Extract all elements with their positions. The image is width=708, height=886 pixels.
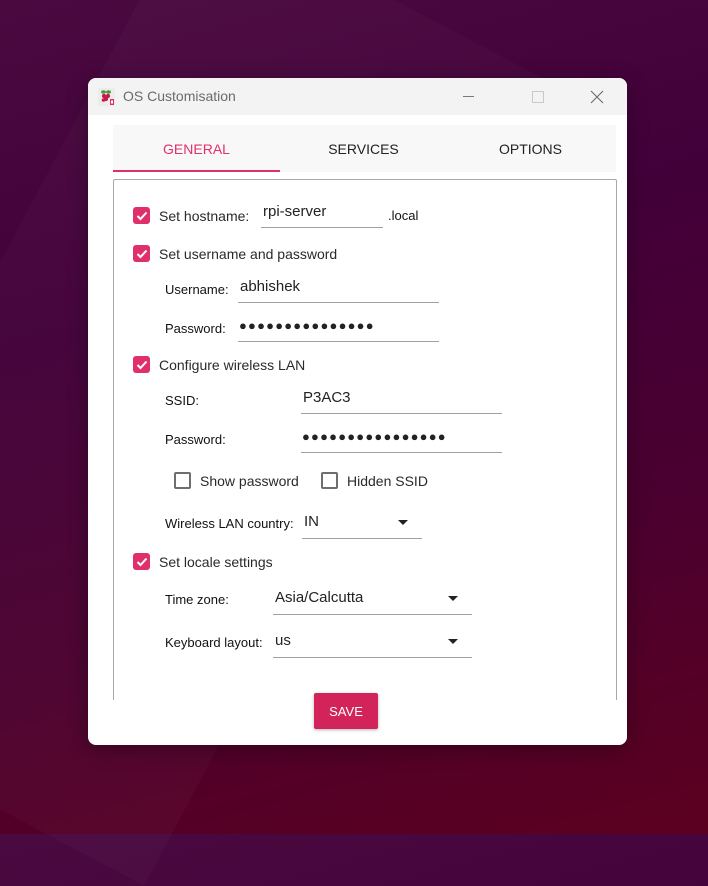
tab-bar: GENERAL SERVICES OPTIONS: [113, 125, 616, 172]
dropdown-arrow-icon: [398, 520, 408, 525]
hidden-ssid-row: Hidden SSID: [321, 472, 428, 489]
wlan-checkbox[interactable]: [133, 356, 150, 373]
hostname-input[interactable]: rpi-server: [261, 200, 383, 228]
general-settings-panel: Set hostname: rpi-server .local Set user…: [113, 179, 617, 700]
locale-row: Set locale settings: [133, 553, 273, 570]
locale-checkbox[interactable]: [133, 553, 150, 570]
maximize-icon: [532, 90, 544, 103]
user-label: Set username and password: [159, 245, 338, 262]
raspberry-pi-icon: [98, 88, 115, 106]
hostname-suffix: .local: [388, 208, 419, 223]
keyboard-label: Keyboard layout:: [165, 635, 263, 650]
wlan-country-label: Wireless LAN country:: [165, 516, 294, 531]
show-password-checkbox[interactable]: [174, 472, 191, 489]
os-customisation-dialog: OS Customisation GENERAL SERVICES OPTION…: [88, 78, 627, 745]
dropdown-arrow-icon: [448, 596, 458, 601]
hidden-ssid-checkbox[interactable]: [321, 472, 338, 489]
timezone-label: Time zone:: [165, 592, 229, 607]
checkmark-icon: [136, 557, 147, 566]
tab-general[interactable]: GENERAL: [113, 125, 280, 172]
hostname-checkbox[interactable]: [133, 207, 150, 224]
window-title: OS Customisation: [123, 88, 236, 104]
keyboard-select[interactable]: us: [273, 628, 472, 658]
close-button[interactable]: [574, 78, 620, 115]
checkmark-icon: [136, 211, 147, 220]
user-row: Set username and password: [133, 245, 337, 262]
wlan-password-label: Password:: [165, 432, 226, 447]
hostname-label: Set hostname:: [159, 207, 250, 224]
checkmark-icon: [136, 249, 147, 258]
wlan-country-select[interactable]: IN: [302, 509, 422, 539]
wlan-label: Configure wireless LAN: [159, 356, 306, 373]
keyboard-value: us: [275, 632, 291, 649]
user-password-input[interactable]: ●●●●●●●●●●●●●●●: [238, 314, 439, 342]
wlan-row: Configure wireless LAN: [133, 356, 305, 373]
minimize-icon: [462, 96, 474, 97]
wlan-country-value: IN: [304, 513, 319, 530]
wlan-password-input[interactable]: ●●●●●●●●●●●●●●●●: [301, 425, 502, 453]
tab-services[interactable]: SERVICES: [280, 125, 447, 172]
tab-options[interactable]: OPTIONS: [447, 125, 614, 172]
close-icon: [590, 90, 604, 103]
ssid-input[interactable]: P3AC3: [301, 386, 502, 414]
save-button[interactable]: SAVE: [314, 693, 378, 729]
maximize-button[interactable]: [515, 78, 561, 115]
timezone-value: Asia/Calcutta: [275, 589, 364, 606]
show-password-label: Show password: [200, 472, 299, 489]
hostname-row: Set hostname:: [133, 207, 249, 224]
timezone-select[interactable]: Asia/Calcutta: [273, 585, 472, 615]
hidden-ssid-label: Hidden SSID: [347, 472, 428, 489]
ssid-label: SSID:: [165, 393, 199, 408]
dropdown-arrow-icon: [448, 639, 458, 644]
minimize-button[interactable]: [445, 78, 491, 115]
user-checkbox[interactable]: [133, 245, 150, 262]
title-bar: OS Customisation: [88, 78, 627, 115]
locale-label: Set locale settings: [159, 553, 273, 570]
show-password-row: Show password: [174, 472, 299, 489]
username-input[interactable]: abhishek: [238, 275, 439, 303]
user-password-label: Password:: [165, 321, 226, 336]
username-label: Username:: [165, 282, 229, 297]
checkmark-icon: [136, 360, 147, 369]
